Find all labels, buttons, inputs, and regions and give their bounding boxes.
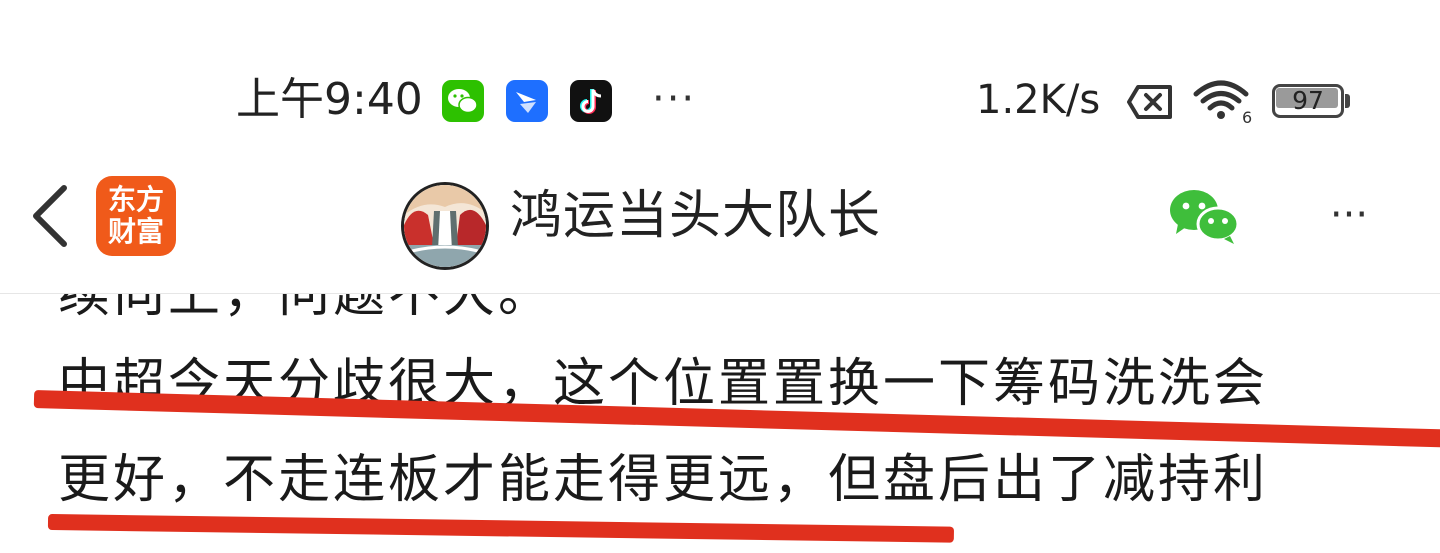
wechat-notification-icon [442,80,484,122]
feishu-notification-icon [506,80,548,122]
red-underline-2 [47,514,955,543]
title-bar: 东方财富 鸿运当头大队长 ··· [0,162,1440,292]
network-speed: 1.2K/s [976,77,1101,123]
tiktok-notification-icon [570,80,612,122]
share-wechat-button[interactable] [1166,184,1244,248]
wifi-icon: 6 [1192,78,1254,127]
page-title: 鸿运当头大队长 [510,186,882,246]
more-options-button[interactable]: ··· [1316,192,1382,238]
back-button[interactable] [26,182,78,250]
wifi-6-label: 6 [1242,108,1252,124]
battery-indicator: 97 [1272,84,1352,118]
status-bar: 上午9:40 ··· 1.2K/s 6 97 [0,60,1440,140]
status-time: 上午9:40 [236,74,423,125]
more-notifications-icon: ··· [652,76,697,122]
wechat-icon [1170,190,1240,244]
article-content: 续向上，问题不大。 中超今天分歧很大，这个位置置换一下筹码洗洗会 更好，不走连板… [0,294,1440,553]
article-line-partial-top: 续向上，问题不大。 [58,294,554,324]
battery-level: 97 [1292,86,1324,115]
article-line-2: 更好，不走连板才能走得更远，但盘后出了减持利 [58,450,1269,510]
chevron-left-icon [33,185,67,247]
avatar[interactable] [401,182,489,270]
battery-tip [1345,94,1350,108]
eastmoney-logo[interactable]: 东方财富 [96,176,176,256]
no-sim-icon [1126,84,1174,120]
waterfall-landscape-image [404,185,486,267]
